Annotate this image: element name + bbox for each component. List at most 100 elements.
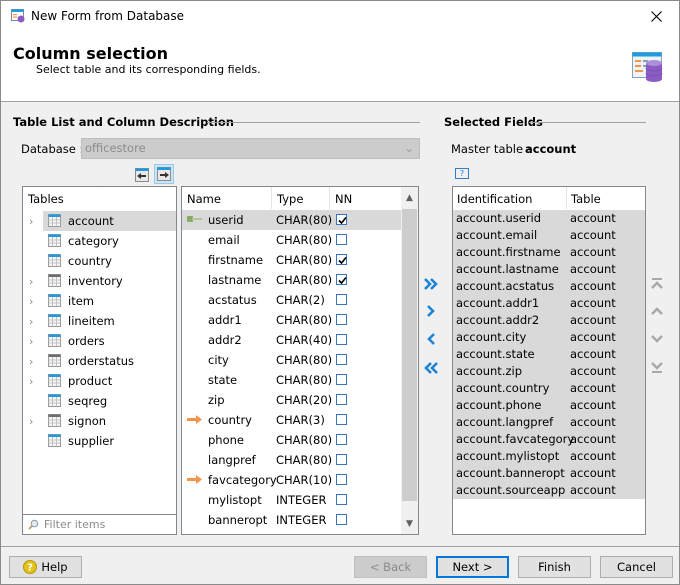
table-item[interactable]: category [23, 231, 176, 251]
selected-field-row[interactable]: account.country account [453, 380, 645, 397]
selected-field-row[interactable]: account.phone account [453, 397, 645, 414]
finish-button[interactable]: Finish [518, 556, 591, 578]
import-right-button[interactable] [154, 164, 174, 184]
move-down-button[interactable] [648, 330, 666, 348]
selected-field-row[interactable]: account.banneropt account [453, 465, 645, 482]
not-null-checkbox[interactable] [336, 314, 347, 325]
filter-input[interactable]: Filter items [23, 514, 176, 534]
not-null-checkbox[interactable] [336, 234, 347, 245]
not-null-checkbox[interactable] [336, 254, 347, 265]
column-row[interactable]: firstname CHAR(80) [182, 250, 402, 270]
scrollbar-thumb[interactable] [402, 209, 417, 501]
not-null-checkbox[interactable] [336, 334, 347, 345]
add-all-button[interactable] [422, 275, 440, 293]
column-row[interactable]: state CHAR(80) [182, 370, 402, 390]
expand-chevron-icon[interactable]: › [29, 275, 33, 288]
table-item[interactable]: › inventory [23, 271, 176, 291]
remove-all-button[interactable] [422, 359, 440, 377]
scroll-up-icon[interactable]: ▲ [401, 189, 418, 206]
selected-fields-grid[interactable]: Identification Table account.userid accou… [452, 186, 646, 535]
move-up-button[interactable] [648, 302, 666, 320]
expand-chevron-icon[interactable]: › [29, 355, 33, 368]
column-row[interactable]: userid CHAR(80) [182, 210, 402, 230]
column-header-nn[interactable]: NN [330, 187, 402, 209]
table-item[interactable]: › account [23, 211, 176, 231]
help-square-icon[interactable]: ? [455, 168, 469, 179]
table-item[interactable]: seqreg [23, 391, 176, 411]
expand-chevron-icon[interactable]: › [29, 315, 33, 328]
selected-field-row[interactable]: account.mylistopt account [453, 448, 645, 465]
selected-field-row[interactable]: account.addr2 account [453, 312, 645, 329]
not-null-checkbox[interactable] [336, 414, 347, 425]
selected-field-row[interactable]: account.zip account [453, 363, 645, 380]
selected-field-row[interactable]: account.addr1 account [453, 295, 645, 312]
table-item[interactable]: › lineitem [23, 311, 176, 331]
not-null-checkbox[interactable] [336, 514, 347, 525]
selected-field-row[interactable]: account.email account [453, 227, 645, 244]
column-header-identification[interactable]: Identification [453, 187, 567, 209]
scroll-down-icon[interactable]: ▼ [401, 515, 418, 532]
column-row[interactable]: acstatus CHAR(2) [182, 290, 402, 310]
table-item[interactable]: › item [23, 291, 176, 311]
selected-field-row[interactable]: account.userid account [453, 210, 645, 227]
tables-tree[interactable]: ⌃ Tables › account category country › invento… [22, 186, 177, 535]
expand-chevron-icon[interactable]: › [29, 335, 33, 348]
move-bottom-button[interactable] [648, 358, 666, 376]
add-button[interactable] [422, 302, 440, 320]
column-header-name[interactable]: Name [182, 187, 272, 209]
back-button[interactable]: < Back [354, 556, 427, 578]
expand-chevron-icon[interactable]: › [29, 295, 33, 308]
column-row[interactable]: email CHAR(80) [182, 230, 402, 250]
table-item[interactable]: country [23, 251, 176, 271]
selected-field-row[interactable]: account.acstatus account [453, 278, 645, 295]
not-null-checkbox[interactable] [336, 494, 347, 505]
table-item[interactable]: › orderstatus [23, 351, 176, 371]
not-null-checkbox[interactable] [336, 294, 347, 305]
not-null-checkbox[interactable] [336, 374, 347, 385]
table-item[interactable]: › orders [23, 331, 176, 351]
selected-field-row[interactable]: account.firstname account [453, 244, 645, 261]
not-null-checkbox[interactable] [336, 454, 347, 465]
column-row[interactable]: addr2 CHAR(40) [182, 330, 402, 350]
help-button[interactable]: ? Help [9, 556, 82, 578]
columns-scrollbar[interactable]: ▲ ▼ [401, 187, 418, 534]
table-item[interactable]: supplier [23, 431, 176, 451]
column-row[interactable]: mylistopt INTEGER [182, 490, 402, 510]
not-null-checkbox[interactable] [336, 354, 347, 365]
column-header-table[interactable]: Table [567, 187, 645, 209]
remove-button[interactable] [422, 330, 440, 348]
column-row[interactable]: banneropt INTEGER [182, 510, 402, 530]
not-null-checkbox[interactable] [336, 214, 347, 225]
column-row[interactable]: city CHAR(80) [182, 350, 402, 370]
column-row[interactable]: favcategory CHAR(10) [182, 470, 402, 490]
selected-field-row[interactable]: account.sourceapp account [453, 482, 645, 499]
next-button[interactable]: Next > [436, 556, 509, 578]
column-row[interactable]: country CHAR(3) [182, 410, 402, 430]
selected-field-row[interactable]: account.langpref account [453, 414, 645, 431]
column-row[interactable]: langpref CHAR(80) [182, 450, 402, 470]
not-null-checkbox[interactable] [336, 474, 347, 485]
selected-field-row[interactable]: account.city account [453, 329, 645, 346]
not-null-checkbox[interactable] [336, 394, 347, 405]
close-button[interactable] [633, 1, 679, 32]
database-select[interactable]: officestore ⌄ [81, 138, 420, 159]
not-null-checkbox[interactable] [336, 274, 347, 285]
column-row[interactable]: phone CHAR(80) [182, 430, 402, 450]
expand-chevron-icon[interactable]: › [29, 215, 33, 228]
selected-field-row[interactable]: account.favcategory account [453, 431, 645, 448]
selected-field-row[interactable]: account.state account [453, 346, 645, 363]
table-item[interactable]: › signon [23, 411, 176, 431]
column-row[interactable]: addr1 CHAR(80) [182, 310, 402, 330]
import-left-button[interactable] [132, 165, 152, 185]
not-null-checkbox[interactable] [336, 434, 347, 445]
column-row[interactable]: zip CHAR(20) [182, 390, 402, 410]
table-item[interactable]: › product [23, 371, 176, 391]
move-top-button[interactable] [648, 275, 666, 293]
column-header-type[interactable]: Type [272, 187, 330, 209]
tables-header[interactable]: ⌃ Tables [23, 187, 176, 209]
expand-chevron-icon[interactable]: › [29, 415, 33, 428]
columns-grid[interactable]: Name Type NN userid CHAR(80) email CHAR(80)… [181, 186, 419, 535]
selected-field-row[interactable]: account.lastname account [453, 261, 645, 278]
expand-chevron-icon[interactable]: › [29, 375, 33, 388]
cancel-button[interactable]: Cancel [600, 556, 673, 578]
